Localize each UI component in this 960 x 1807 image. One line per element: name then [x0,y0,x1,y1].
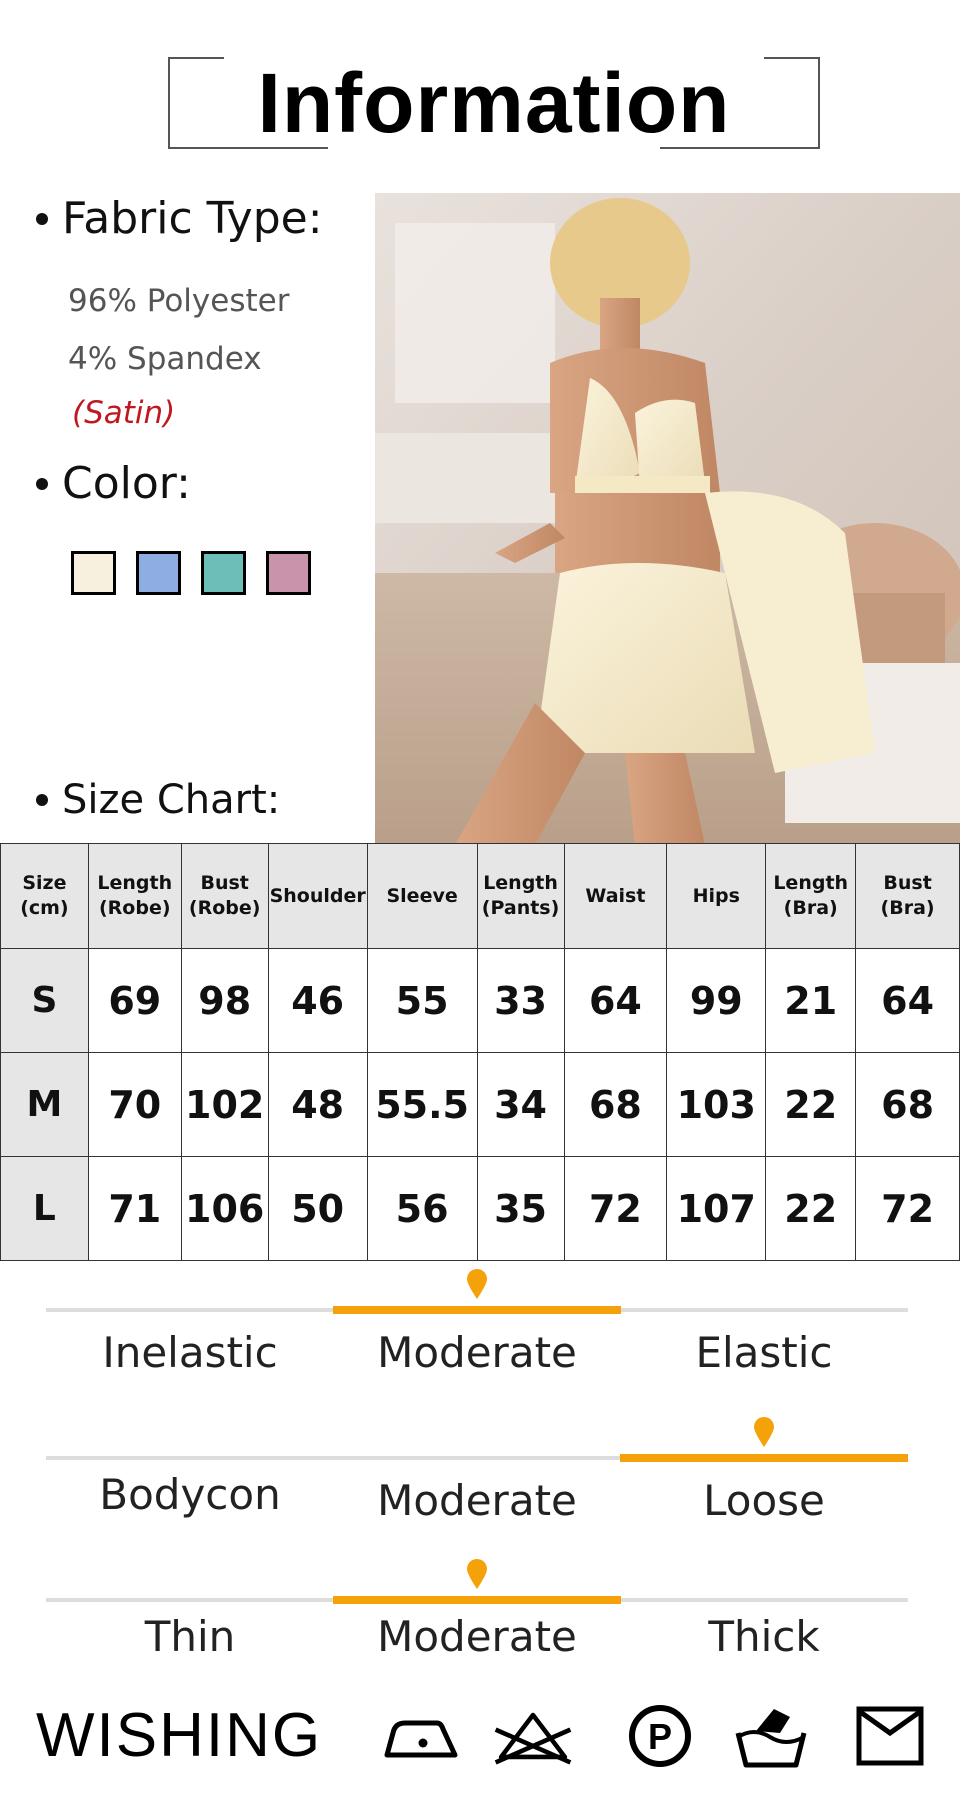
table-header-cell: Bust (Bra) [855,843,960,949]
svg-text:P: P [648,1716,672,1757]
scale-label: Thin [144,1612,236,1661]
scale-selected-segment [333,1306,621,1314]
fabric-line: 4% Spandex [68,341,262,377]
table-header-cell: Shoulder [267,843,368,949]
scale-label: Elastic [695,1328,833,1377]
fabric-heading: Fabric Type: [36,193,323,244]
product-photo [375,193,960,845]
page-title: Information [257,55,731,150]
fabric-note: (Satin) [72,395,176,431]
do-not-bleach-icon [494,1712,572,1765]
iron-low-heat-icon [384,1720,458,1758]
table-cell: 21 [765,948,857,1053]
table-cell: 22 [765,1156,857,1261]
table-row-size: S [0,948,89,1053]
table-row-size: L [0,1156,89,1261]
color-swatch-teal[interactable] [201,551,246,595]
bullet-icon [36,212,48,225]
table-header-cell: Sleeve [366,843,478,949]
color-swatch-blue[interactable] [136,551,181,595]
table-cell: 70 [87,1052,182,1157]
table-header-cell: Length (Pants) [476,843,565,949]
scale-label: Moderate [377,1612,577,1661]
table-cell: 71 [87,1156,182,1261]
table-cell: 34 [476,1052,565,1157]
table-cell: 33 [476,948,565,1053]
table-header-cell: Length (Robe) [87,843,182,949]
table-cell: 72 [855,1156,960,1261]
scale-label: Moderate [377,1476,577,1525]
dry-clean-p-icon: P [629,1705,691,1767]
table-header-cell: Waist [563,843,668,949]
brand-logo: WISHING [36,1701,323,1770]
model-photo-illustration [375,193,960,845]
bullet-icon [36,477,48,490]
size-chart-table: Size (cm) Length (Robe) Bust (Robe) Shoulde… [0,843,960,1261]
table-cell: 55 [366,948,478,1053]
scale-marker-icon [754,1417,774,1447]
table-cell: 48 [267,1052,368,1157]
table-cell: 64 [563,948,668,1053]
table-cell: 46 [267,948,368,1053]
table-header-cell: Hips [666,843,767,949]
table-cell: 103 [666,1052,767,1157]
table-cell: 102 [180,1052,269,1157]
hand-wash-icon [735,1709,807,1768]
table-cell: 69 [87,948,182,1053]
table-cell: 98 [180,948,269,1053]
size-chart-heading-label: Size Chart: [62,777,281,823]
scale-label: Moderate [377,1328,577,1377]
fabric-heading-label: Fabric Type: [62,193,323,244]
table-cell: 99 [666,948,767,1053]
scale-label: Inelastic [102,1328,278,1377]
title-frame: Information [168,55,820,150]
table-cell: 56 [366,1156,478,1261]
color-heading: Color: [36,458,191,509]
table-header-cell: Bust (Robe) [180,843,269,949]
bullet-icon [36,794,48,806]
scale-selected-segment [620,1454,908,1462]
color-swatches [71,551,311,595]
table-cell: 22 [765,1052,857,1157]
table-cell: 50 [267,1156,368,1261]
table-row: L 71 106 50 56 35 72 107 22 72 [0,1156,960,1261]
scale-label: Loose [703,1476,825,1525]
table-cell: 68 [855,1052,960,1157]
color-swatch-cream[interactable] [71,551,116,595]
table-cell: 68 [563,1052,668,1157]
color-swatch-pink[interactable] [266,551,311,595]
scale-selected-segment [333,1596,621,1604]
table-row-size: M [0,1052,89,1157]
table-cell: 106 [180,1156,269,1261]
scale-label: Bodycon [99,1470,281,1519]
size-chart-heading: Size Chart: [36,777,280,823]
scale-marker-icon [467,1269,487,1299]
table-header-cell: Size (cm) [0,843,89,949]
scale-label: Thick [708,1612,820,1661]
table-cell: 64 [855,948,960,1053]
table-cell: 35 [476,1156,565,1261]
table-header-row: Size (cm) Length (Robe) Bust (Robe) Shoulde… [0,843,960,949]
color-heading-label: Color: [62,458,191,509]
table-cell: 107 [666,1156,767,1261]
table-row: M 70 102 48 55.5 34 68 103 22 68 [0,1052,960,1157]
tumble-dry-flat-icon [856,1706,924,1766]
table-cell: 55.5 [366,1052,478,1157]
table-cell: 72 [563,1156,668,1261]
scale-marker-icon [467,1559,487,1589]
fabric-line: 96% Polyester [68,283,290,319]
table-header-cell: Length (Bra) [765,843,857,949]
table-row: S 69 98 46 55 33 64 99 21 64 [0,948,960,1053]
